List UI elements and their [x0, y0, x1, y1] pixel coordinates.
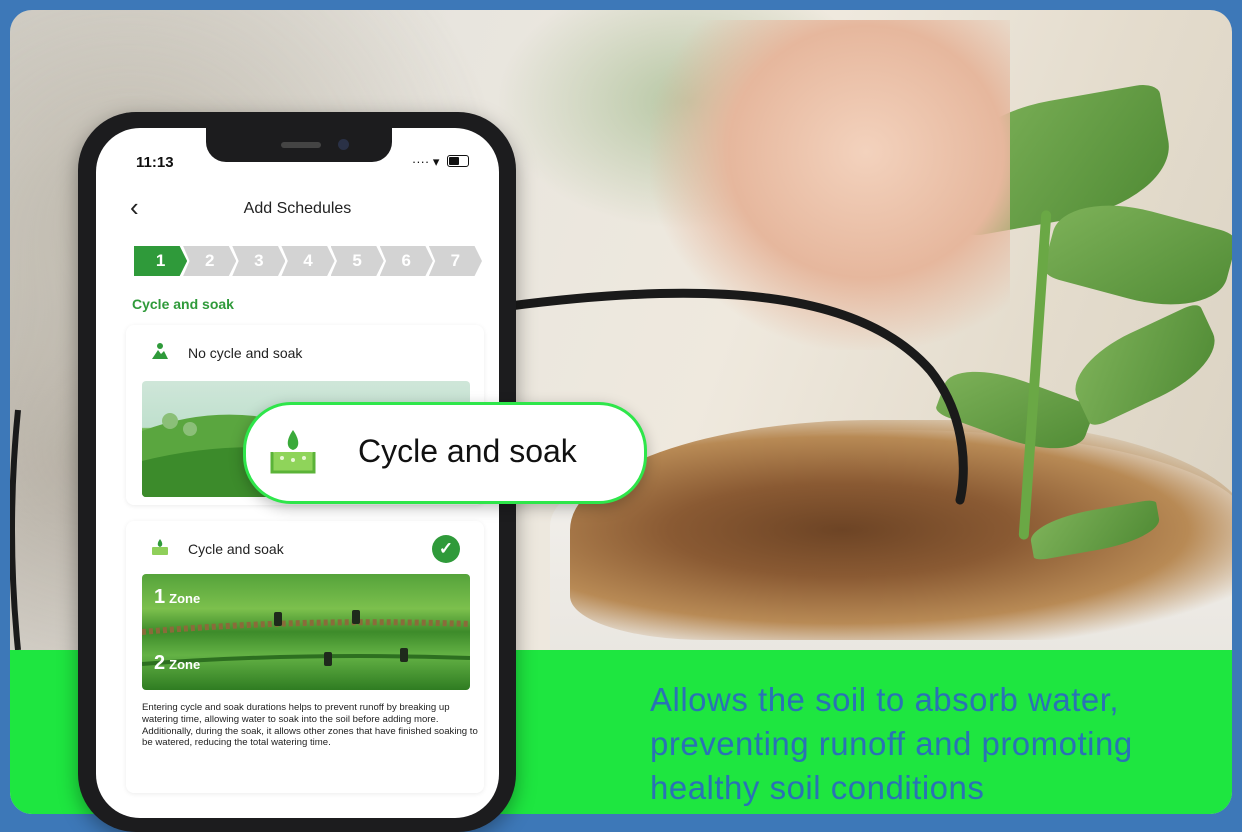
- status-icons: ···· ▾: [412, 154, 469, 170]
- step-2[interactable]: 2: [183, 246, 237, 276]
- step-6[interactable]: 6: [379, 246, 433, 276]
- caption-line-1: Allows the soil to absorb water,: [650, 681, 1120, 718]
- zone-illustration: 1 Zone 2 Zone: [142, 574, 470, 690]
- callout-label: Cycle and soak: [358, 433, 577, 469]
- caption-text: Allows the soil to absorb water, prevent…: [650, 678, 1210, 810]
- plant-leaf: [1062, 301, 1228, 429]
- zone-1-label: 1 Zone: [154, 586, 200, 609]
- sprinkler-icon: [152, 343, 168, 359]
- phone-notch: [206, 128, 392, 162]
- selected-check-icon: ✓: [432, 535, 460, 563]
- sprinkler-head: [324, 652, 332, 666]
- step-progress: 1 2 3 4 5 6 7: [134, 246, 482, 276]
- step-3[interactable]: 3: [232, 246, 286, 276]
- option-title: No cycle and soak: [188, 345, 303, 361]
- hand: [650, 20, 1010, 350]
- caption-line-2: preventing runoff and promoting: [650, 725, 1133, 762]
- page-title: Add Schedules: [243, 200, 352, 217]
- option-title: Cycle and soak: [188, 541, 284, 557]
- step-7[interactable]: 7: [428, 246, 482, 276]
- sprinkler-head: [274, 612, 282, 626]
- soak-icon: [270, 430, 316, 474]
- option-cycle-soak[interactable]: Cycle and soak ✓ 1 Zone 2 Zone Entering cy…: [126, 521, 484, 793]
- sprinkler-head: [400, 648, 408, 662]
- zone-2-label: 2 Zone: [154, 652, 200, 675]
- section-label: Cycle and soak: [132, 296, 234, 312]
- soak-icon: [152, 539, 168, 555]
- zone-word: Zone: [169, 657, 201, 672]
- caption-line-3: healthy soil conditions: [650, 769, 985, 806]
- zone-word: Zone: [169, 591, 201, 606]
- sprinkler-head: [352, 610, 360, 624]
- battery-icon: [447, 155, 469, 167]
- status-time: 11:13: [136, 154, 174, 171]
- front-camera: [338, 139, 349, 150]
- step-1[interactable]: 1: [134, 246, 188, 276]
- speaker-grille: [281, 142, 321, 148]
- description-text: Entering cycle and soak durations helps …: [142, 702, 478, 749]
- zone-number: 1: [154, 586, 166, 608]
- step-5[interactable]: 5: [330, 246, 384, 276]
- wifi-icon: ▾: [432, 154, 440, 169]
- signal-icon: ····: [411, 154, 430, 169]
- zone-number: 2: [154, 652, 166, 674]
- step-4[interactable]: 4: [281, 246, 335, 276]
